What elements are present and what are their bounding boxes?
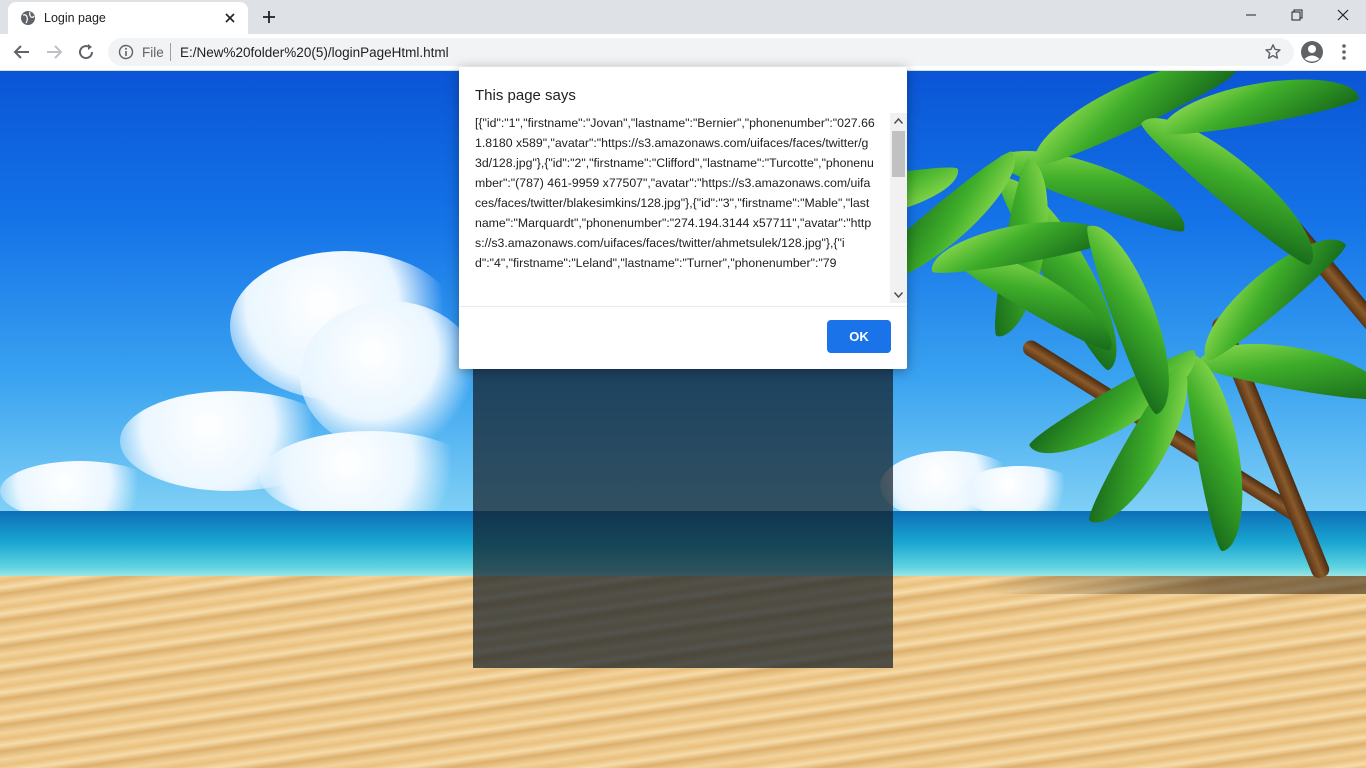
- minimize-icon: [1246, 14, 1256, 16]
- minimize-button[interactable]: [1228, 0, 1274, 30]
- reload-icon[interactable]: [76, 42, 96, 62]
- alert-dialog: This page says [{"id":"1","firstname":"J…: [459, 67, 907, 369]
- scheme-label: File: [142, 45, 164, 60]
- scroll-thumb[interactable]: [892, 131, 905, 177]
- info-icon[interactable]: [118, 44, 134, 60]
- star-icon[interactable]: [1264, 43, 1282, 61]
- url-text[interactable]: E:/New%20folder%20(5)/loginPageHtml.html: [180, 45, 449, 60]
- dialog-divider: [459, 306, 907, 307]
- close-icon[interactable]: [222, 10, 238, 26]
- forward-arrow-icon[interactable]: [44, 42, 64, 62]
- back-arrow-icon[interactable]: [12, 42, 32, 62]
- dialog-scrollbar[interactable]: [890, 113, 907, 303]
- globe-icon: [21, 11, 35, 25]
- chevron-up-icon: [894, 118, 903, 124]
- omnibox-separator: [170, 43, 171, 61]
- close-icon: [1337, 9, 1349, 21]
- kebab-menu-icon[interactable]: [1336, 42, 1352, 62]
- browser-toolbar: File E:/New%20folder%20(5)/loginPageHtml…: [0, 34, 1366, 71]
- restore-button[interactable]: [1274, 0, 1320, 30]
- scroll-up-button[interactable]: [890, 113, 907, 129]
- scroll-down-button[interactable]: [890, 287, 907, 303]
- login-panel: [473, 368, 893, 668]
- plus-icon[interactable]: [260, 8, 278, 26]
- dialog-message: [{"id":"1","firstname":"Jovan","lastname…: [475, 116, 875, 270]
- chevron-down-icon: [894, 292, 903, 298]
- close-window-button[interactable]: [1320, 0, 1366, 30]
- tab-title: Login page: [44, 11, 106, 25]
- account-icon[interactable]: [1300, 40, 1324, 64]
- restore-icon: [1291, 9, 1303, 21]
- address-bar[interactable]: File E:/New%20folder%20(5)/loginPageHtml…: [108, 38, 1294, 66]
- browser-tab[interactable]: Login page: [8, 2, 248, 34]
- dialog-title: This page says: [475, 87, 576, 104]
- ok-button[interactable]: OK: [827, 320, 891, 353]
- palm-shadow: [980, 576, 1366, 594]
- tab-strip: Login page: [0, 0, 1366, 34]
